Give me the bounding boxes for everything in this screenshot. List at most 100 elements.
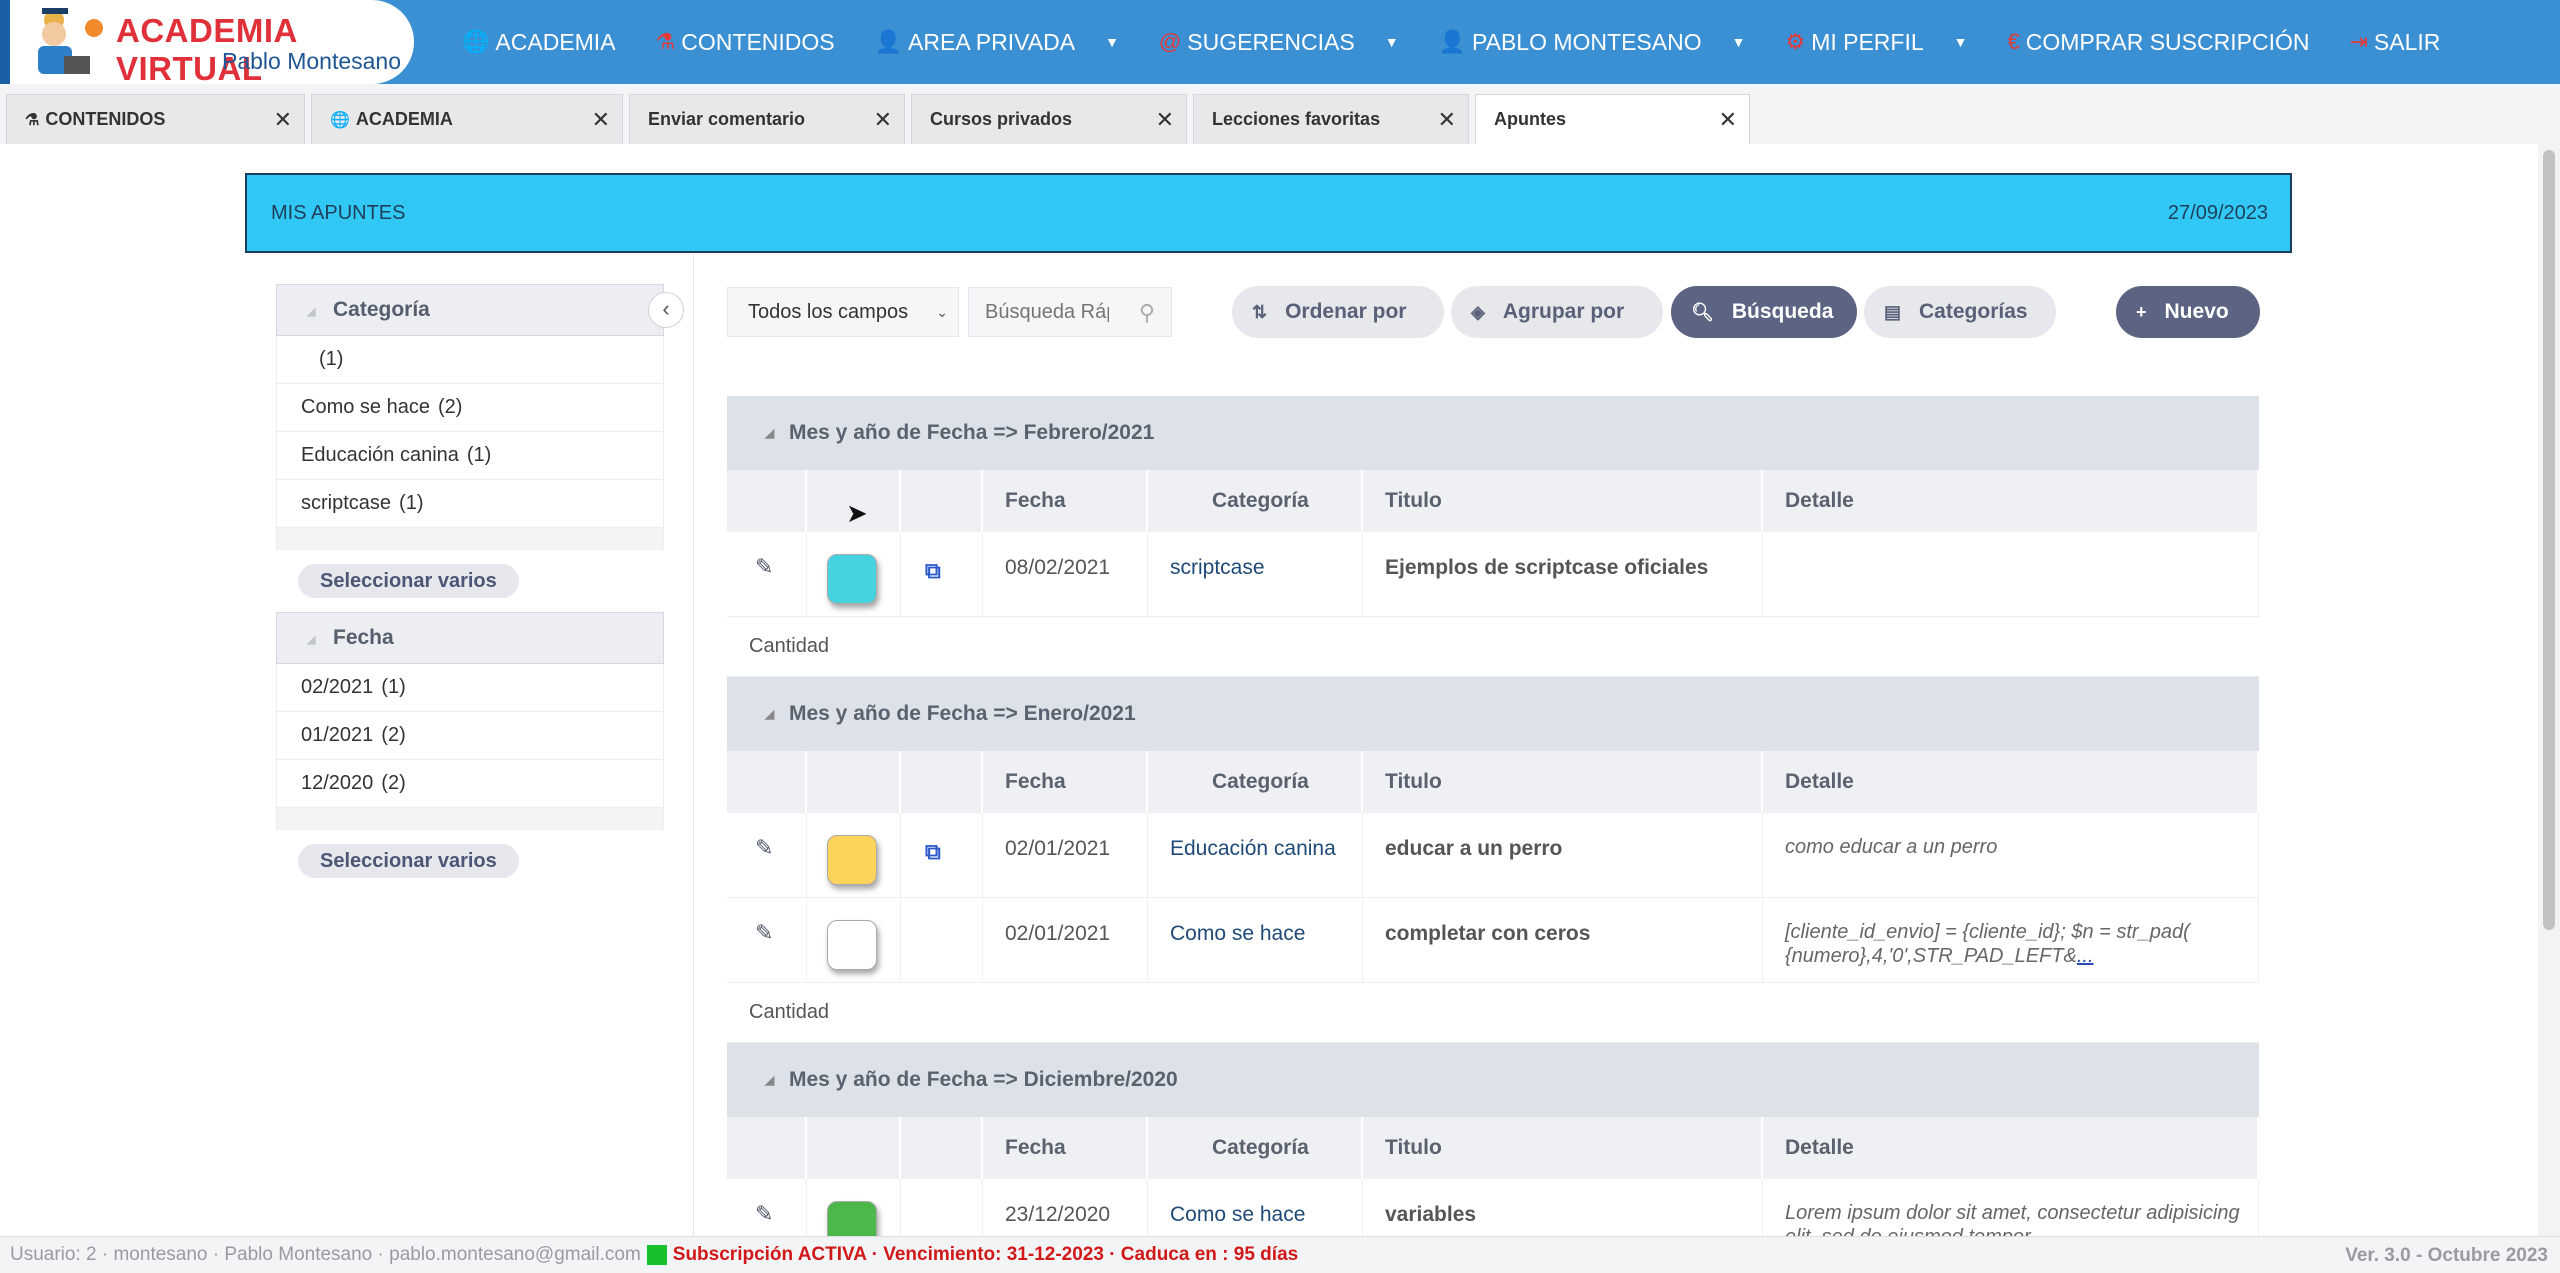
quick-search-input[interactable]	[969, 288, 1109, 336]
filter-header-fecha[interactable]: ◢ Fecha	[276, 612, 664, 664]
nav-mi-perfil[interactable]: ⚙ MI PERFIL ▼	[1785, 29, 1967, 56]
more-link[interactable]: ...	[2077, 945, 2094, 967]
nav-comprar[interactable]: € COMPRAR SUSCRIPCIÓN	[2008, 29, 2310, 56]
nav-contenidos[interactable]: ⚗ CONTENIDOS	[656, 29, 835, 56]
close-icon[interactable]: ✕	[274, 107, 292, 133]
search-icon[interactable]: ⚲	[1139, 300, 1155, 326]
vertical-scrollbar[interactable]	[2538, 144, 2560, 1236]
tab-academia[interactable]: 🌐 ACADEMIA ✕	[311, 94, 623, 144]
tab-cursos-privados[interactable]: Cursos privados ✕	[911, 94, 1187, 144]
header-date: 27/09/2023	[2167, 202, 2268, 224]
close-icon[interactable]: ✕	[874, 107, 892, 133]
column-header-fecha[interactable]: Fecha	[983, 751, 1148, 813]
tab-bar: ⚗ CONTENIDOS ✕ 🌐 ACADEMIA ✕ Enviar comentari…	[0, 94, 2560, 144]
search-button[interactable]: 🔍︎ Búsqueda	[1671, 286, 1857, 338]
close-icon[interactable]: ✕	[1438, 107, 1456, 133]
filter-item[interactable]: 01/2021 (2)	[276, 712, 664, 760]
group-by-button[interactable]: ◈ Agrupar por	[1451, 286, 1663, 338]
nav-salir[interactable]: ⇥ SALIR	[2349, 29, 2440, 56]
scrollbar-thumb[interactable]	[2543, 150, 2555, 930]
color-swatch	[827, 554, 877, 604]
at-icon: @	[1158, 29, 1182, 54]
select-multiple-button[interactable]: Seleccionar varios	[298, 844, 519, 878]
nav-academia[interactable]: 🌐 ACADEMIA	[462, 29, 616, 56]
close-icon[interactable]: ✕	[1719, 107, 1737, 133]
edit-icon[interactable]: ✎	[727, 898, 807, 982]
logo[interactable]: ACADEMIA VIRTUAL Pablo Montesano	[0, 0, 414, 87]
table-header: Fecha Categoría Titulo Detalle	[727, 1117, 2259, 1179]
filter-list-end	[276, 808, 664, 830]
select-multiple-button[interactable]: Seleccionar varios	[298, 564, 519, 598]
table-row[interactable]: ✎ 23/12/2020 Como se hace variables Lore…	[727, 1179, 2259, 1239]
tab-lecciones-favoritas[interactable]: Lecciones favoritas ✕	[1193, 94, 1469, 144]
color-cell	[807, 813, 901, 897]
column-header-titulo[interactable]: Titulo	[1363, 470, 1763, 532]
column-header-detalle[interactable]: Detalle	[1763, 1117, 2259, 1179]
filter-item[interactable]: scriptcase (1)	[276, 480, 664, 528]
order-by-button[interactable]: ⇅ Ordenar por	[1232, 286, 1444, 338]
filter-item[interactable]: Como se hace (2)	[276, 384, 664, 432]
page-header-banner: MIS APUNTES 27/09/2023	[245, 173, 2292, 253]
cell-detalle	[1763, 532, 2259, 616]
group-quantity: Cantidad	[727, 983, 2259, 1043]
group-header[interactable]: ◢ Mes y año de Fecha => Enero/2021	[727, 677, 2259, 751]
tab-apuntes[interactable]: Apuntes ✕	[1475, 94, 1750, 144]
group-header[interactable]: ◢ Mes y año de Fecha => Febrero/2021	[727, 396, 2259, 470]
external-link-icon[interactable]: ⧉	[901, 813, 983, 897]
subscription-status: Subscripción ACTIVA · Vencimiento: 31-12…	[672, 1244, 1299, 1265]
column-header-fecha[interactable]: Fecha	[983, 470, 1148, 532]
external-link-icon[interactable]: ⧉	[901, 532, 983, 616]
table-row[interactable]: ✎ 02/01/2021 Como se hace completar con …	[727, 898, 2259, 983]
filter-item[interactable]: (1)	[276, 336, 664, 384]
nav-user[interactable]: 👤 PABLO MONTESANO ▼	[1439, 29, 1746, 56]
column-header-detalle[interactable]: Detalle	[1763, 470, 2259, 532]
table-row[interactable]: ✎ ⧉ 08/02/2021 scriptcase Ejemplos de sc…	[727, 532, 2259, 617]
logo-subtitle: Pablo Montesano	[222, 48, 402, 74]
color-cell	[807, 1179, 901, 1238]
column-header-fecha[interactable]: Fecha	[983, 1117, 1148, 1179]
filter-item[interactable]: 02/2021 (1)	[276, 664, 664, 712]
collapse-sidebar-button[interactable]: ‹	[648, 292, 684, 328]
column-header-titulo[interactable]: Titulo	[1363, 1117, 1763, 1179]
cell-categoria: Como se hace	[1148, 1179, 1363, 1238]
layers-icon: ◈	[1471, 301, 1485, 322]
column-header-categoria[interactable]: Categoría	[1148, 470, 1363, 532]
chevron-down-icon: ⌄	[936, 304, 948, 320]
flask-icon: ⚗	[25, 111, 40, 129]
edit-icon[interactable]: ✎	[727, 1179, 807, 1238]
filter-item[interactable]: 12/2020 (2)	[276, 760, 664, 808]
column-header-categoria[interactable]: Categoría	[1148, 751, 1363, 813]
column-header-detalle[interactable]: Detalle	[1763, 751, 2259, 813]
main-menu: 🌐 ACADEMIA ⚗ CONTENIDOS 👤 AREA PRIVADA ▼ @ SU…	[462, 0, 2480, 84]
categories-button[interactable]: ▤ Categorías	[1864, 286, 2056, 338]
notes-grid: ◢ Mes y año de Fecha => Febrero/2021 Fech…	[727, 396, 2259, 1239]
group-header[interactable]: ◢ Mes y año de Fecha => Diciembre/2020	[727, 1043, 2259, 1117]
user-info: Usuario: 2 · montesano · Pablo Montesano…	[10, 1244, 641, 1265]
sort-icon: ⇅	[1252, 301, 1268, 322]
table-header: Fecha Categoría Titulo Detalle	[727, 470, 2259, 532]
column-header-titulo[interactable]: Titulo	[1363, 751, 1763, 813]
tab-contenidos[interactable]: ⚗ CONTENIDOS ✕	[6, 94, 305, 144]
cell-fecha: 23/12/2020	[983, 1179, 1148, 1238]
chevron-left-icon: ‹	[662, 296, 670, 321]
edit-icon[interactable]: ✎	[727, 813, 807, 897]
filter-item[interactable]: Educación canina (1)	[276, 432, 664, 480]
panel-divider	[693, 254, 694, 1236]
column-header-categoria[interactable]: Categoría	[1148, 1117, 1363, 1179]
cell-categoria: scriptcase	[1148, 532, 1363, 616]
field-select[interactable]: Todos los campos ⌄	[727, 287, 959, 337]
nav-area-privada[interactable]: 👤 AREA PRIVADA ▼	[875, 29, 1119, 56]
close-icon[interactable]: ✕	[592, 107, 610, 133]
nav-sugerencias[interactable]: @ SUGERENCIAS ▼	[1159, 29, 1399, 56]
filter-sidebar: ◢ Categoría (1) Como se hace (2) Educación…	[276, 284, 664, 892]
filter-header-categoria[interactable]: ◢ Categoría	[276, 284, 664, 336]
new-button[interactable]: + Nuevo	[2116, 286, 2260, 338]
cell-fecha: 02/01/2021	[983, 813, 1148, 897]
chevron-down-icon: ▼	[1953, 34, 1968, 50]
table-row[interactable]: ✎ ⧉ 02/01/2021 Educación canina educar a…	[727, 813, 2259, 898]
edit-icon[interactable]: ✎	[727, 532, 807, 616]
version-label: Ver. 3.0 - Octubre 2023	[2345, 1245, 2548, 1266]
close-icon[interactable]: ✕	[1156, 107, 1174, 133]
cell-titulo: Ejemplos de scriptcase oficiales	[1363, 532, 1763, 616]
tab-enviar-comentario[interactable]: Enviar comentario ✕	[629, 94, 905, 144]
